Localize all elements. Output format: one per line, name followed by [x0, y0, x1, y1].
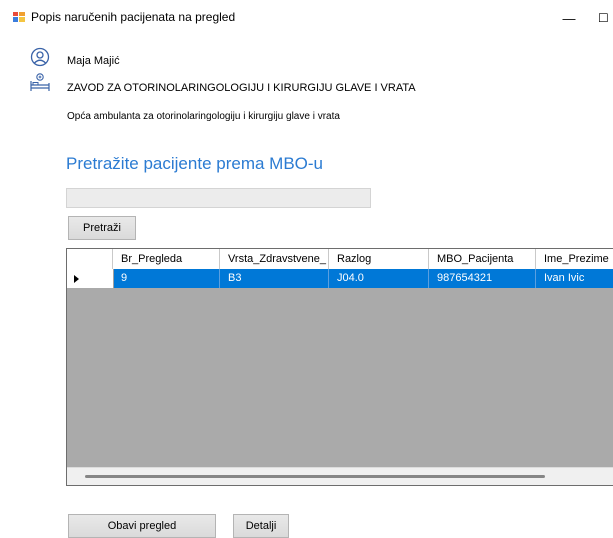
column-header-razlog[interactable]: Razlog — [329, 249, 429, 269]
current-row-arrow-icon — [74, 275, 79, 283]
row-selector[interactable] — [67, 269, 114, 288]
perform-exam-button[interactable]: Obavi pregled — [68, 514, 216, 538]
cell-razlog[interactable]: J04.0 — [329, 269, 429, 288]
column-header-br-pregleda[interactable]: Br_Pregleda — [113, 249, 220, 269]
cell-vrsta-zdravstvene[interactable]: B3 — [220, 269, 329, 288]
column-header-mbo-pacijenta[interactable]: MBO_Pacijenta — [429, 249, 536, 269]
details-button[interactable]: Detalji — [233, 514, 289, 538]
app-window-icon — [13, 12, 25, 22]
maximize-button[interactable]: ☐ — [598, 5, 613, 31]
user-name: Maja Majić — [67, 55, 120, 67]
search-input[interactable] — [66, 188, 371, 208]
search-button[interactable]: Pretraži — [68, 216, 136, 240]
window-title: Popis naručenih pacijenata na pregled — [31, 10, 236, 24]
search-heading: Pretražite pacijente prema MBO-u — [66, 154, 323, 173]
cell-mbo-pacijenta[interactable]: 987654321 — [429, 269, 536, 288]
column-header-vrsta-zdravstvene[interactable]: Vrsta_Zdravstvene_ — [220, 249, 329, 269]
column-header-ime-prezime[interactable]: Ime_Prezime — [536, 249, 613, 269]
patients-grid[interactable]: Br_Pregleda Vrsta_Zdravstvene_ Razlog MB… — [66, 248, 613, 486]
clinic-name: Opća ambulanta za otorinolaringologiju i… — [67, 111, 340, 122]
cell-ime-prezime[interactable]: Ivan Ivic — [536, 269, 613, 288]
user-circle-icon — [30, 47, 50, 69]
cell-br-pregleda[interactable]: 9 — [113, 269, 220, 288]
grid-header: Br_Pregleda Vrsta_Zdravstvene_ Razlog MB… — [67, 249, 613, 270]
department-name: ZAVOD ZA OTORINOLARINGOLOGIJU I KIRURGIJ… — [67, 82, 416, 94]
hospital-bed-icon — [30, 71, 50, 93]
row-header-corner — [67, 249, 113, 269]
minimize-button[interactable]: — — [555, 5, 583, 31]
table-row[interactable]: 9 B3 J04.0 987654321 Ivan Ivic — [67, 269, 613, 288]
scrollbar-thumb[interactable] — [85, 475, 545, 478]
horizontal-scrollbar[interactable] — [67, 467, 613, 485]
